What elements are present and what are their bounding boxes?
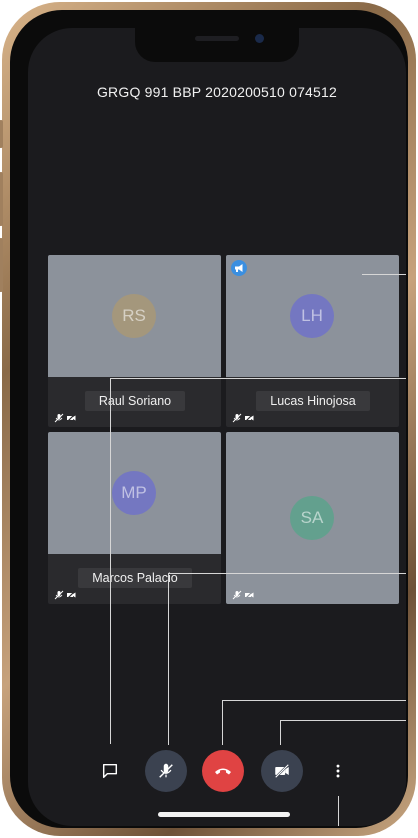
chat-icon [102,763,118,779]
callout-line [168,573,406,574]
front-camera [255,34,264,43]
participant-tile-lh[interactable]: LH Lucas Hinojosa [226,255,399,427]
camera-off-icon [244,590,254,600]
dominant-speaker-badge [231,260,247,276]
volume-down-button [0,238,3,292]
callout-line [362,274,406,275]
avatar: RS [112,294,156,338]
mic-off-icon [159,763,173,778]
hangup-icon [215,768,231,775]
mic-toggle-button[interactable] [145,750,187,792]
volume-up-button [0,172,3,226]
camera-off-icon [244,413,254,423]
participant-name: Raul Soriano [85,391,185,411]
mic-off-icon [232,413,242,423]
home-indicator[interactable] [158,812,290,817]
callout-line [110,378,111,744]
meeting-title: GRGQ 991 BBP 2020200510 074512 [96,84,338,100]
notch [135,28,299,62]
callout-line [222,700,406,701]
participant-status [232,413,254,423]
hangup-button[interactable] [202,750,244,792]
camera-toggle-button[interactable] [261,750,303,792]
avatar: MP [112,471,156,515]
megaphone-icon [235,264,243,272]
participant-status [54,590,76,600]
callout-line [280,720,406,721]
phone-bezel: GRGQ 991 BBP 2020200510 074512 RS Raul S… [10,10,408,828]
participant-name: Marcos Palacio [78,568,192,588]
callout-line [280,720,281,745]
participant-status [54,413,76,423]
more-options-button[interactable] [317,750,359,792]
mute-switch [0,120,3,148]
avatar: LH [290,294,334,338]
callout-line [168,573,169,745]
mic-off-icon [232,590,242,600]
participant-tile-rs[interactable]: RS Raul Soriano [48,255,221,427]
camera-off-icon [66,413,76,423]
more-vertical-icon [336,764,340,778]
callout-line [222,700,223,745]
phone-frame: GRGQ 991 BBP 2020200510 074512 RS Raul S… [0,2,416,836]
participant-status [232,590,254,600]
camera-off-icon [66,590,76,600]
mic-off-icon [54,590,64,600]
avatar: SA [290,496,334,540]
chat-button[interactable] [89,750,131,792]
participant-name: Lucas Hinojosa [256,391,370,411]
call-screen: GRGQ 991 BBP 2020200510 074512 RS Raul S… [28,28,406,826]
camera-off-icon [274,763,290,779]
callout-line [338,796,339,826]
earpiece-speaker [195,36,239,41]
mic-off-icon [54,413,64,423]
participant-tile-mp[interactable]: MP Marcos Palacio [48,432,221,604]
callout-line [110,378,406,379]
participant-tile-sa[interactable]: SA [226,432,399,604]
